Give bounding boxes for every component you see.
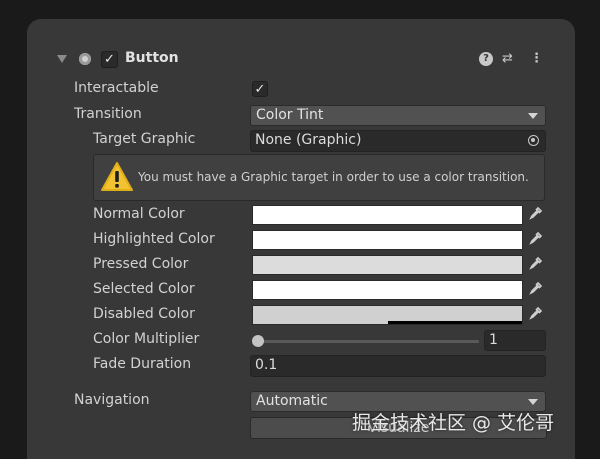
button-component-icon [79, 53, 91, 65]
chevron-down-icon [528, 399, 538, 405]
transition-dropdown[interactable]: Color Tint [250, 105, 546, 126]
interactable-label: Interactable [74, 80, 159, 96]
pressed-color-label: Pressed Color [93, 256, 189, 272]
selected-color-label: Selected Color [93, 281, 195, 297]
eyedropper-icon[interactable] [527, 256, 545, 274]
target-graphic-value: None (Graphic) [255, 132, 362, 148]
eyedropper-icon[interactable] [527, 281, 545, 299]
warning-helpbox: You must have a Graphic target in order … [93, 154, 545, 201]
presets-icon[interactable]: ⇄ [502, 51, 513, 66]
eyedropper-icon[interactable] [527, 206, 545, 224]
alpha-bar [387, 321, 522, 324]
selected-color-swatch[interactable] [252, 280, 523, 300]
context-menu-icon[interactable]: ⋮ [530, 51, 543, 66]
disabled-color-label: Disabled Color [93, 306, 195, 322]
highlighted-color-swatch[interactable] [252, 230, 523, 250]
inspector-panel: ✓ Button ? ⇄ ⋮ Interactable ✓ Transition… [27, 19, 575, 459]
pressed-color-swatch[interactable] [252, 255, 523, 275]
transition-value: Color Tint [256, 107, 324, 123]
component-enabled-checkbox[interactable]: ✓ [101, 51, 118, 68]
warning-text: You must have a Graphic target in order … [138, 170, 529, 184]
component-header[interactable]: ✓ Button ? ⇄ ⋮ [27, 49, 575, 71]
help-icon[interactable]: ? [479, 52, 493, 66]
navigation-label: Navigation [74, 392, 150, 408]
normal-color-label: Normal Color [93, 206, 185, 222]
eyedropper-icon[interactable] [527, 306, 545, 324]
disabled-color-swatch[interactable] [252, 305, 523, 325]
highlighted-color-label: Highlighted Color [93, 231, 215, 247]
eyedropper-icon[interactable] [527, 231, 545, 249]
color-multiplier-slider-track[interactable] [259, 340, 479, 343]
chevron-down-icon [528, 113, 538, 119]
target-graphic-field[interactable]: None (Graphic) [250, 130, 546, 152]
component-title: Button [125, 50, 179, 66]
interactable-checkbox[interactable]: ✓ [252, 81, 268, 97]
target-graphic-label: Target Graphic [93, 131, 196, 147]
warning-triangle-icon [101, 162, 133, 191]
normal-color-swatch[interactable] [252, 205, 523, 225]
color-multiplier-label: Color Multiplier [93, 331, 200, 347]
fade-duration-input[interactable]: 0.1 [250, 355, 546, 377]
foldout-arrow-icon[interactable] [57, 55, 67, 63]
navigation-value: Automatic [256, 393, 328, 409]
color-multiplier-input[interactable]: 1 [484, 330, 546, 351]
object-picker-icon[interactable] [528, 135, 539, 146]
watermark: 掘金技术社区 @ 艾伦哥 [352, 412, 555, 434]
transition-label: Transition [74, 106, 142, 122]
fade-duration-label: Fade Duration [93, 356, 192, 372]
color-multiplier-slider-knob[interactable] [252, 335, 264, 347]
